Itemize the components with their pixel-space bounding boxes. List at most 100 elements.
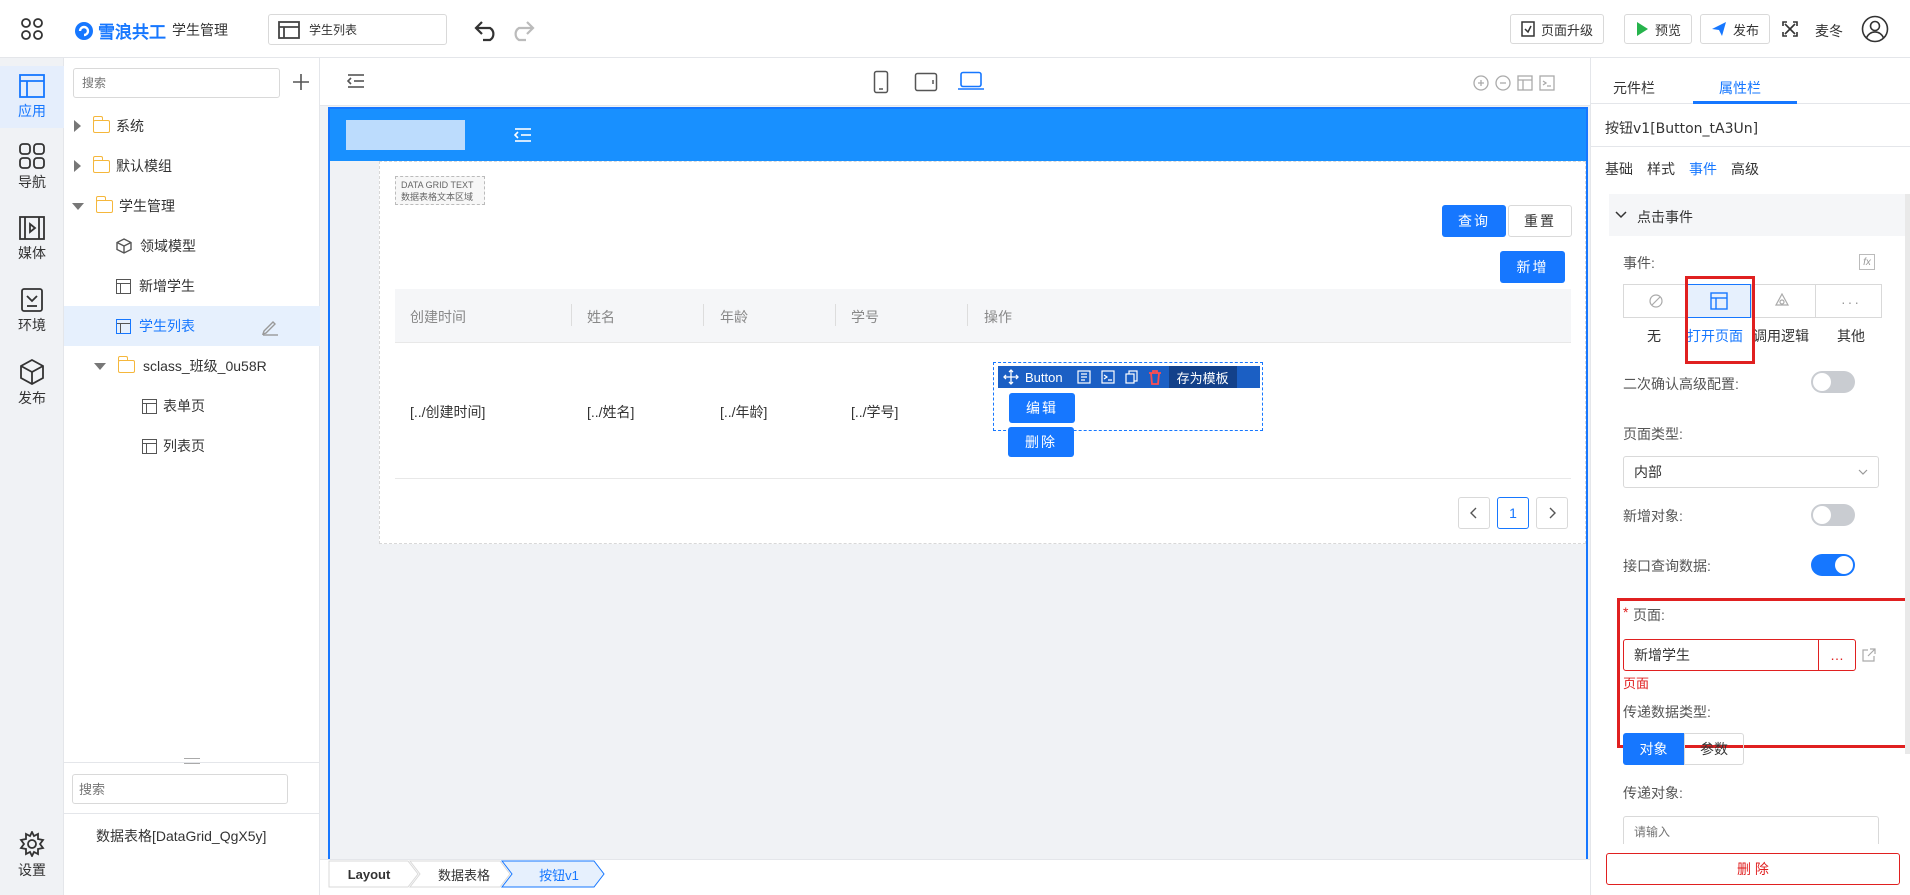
caret-down-icon[interactable] — [72, 202, 84, 210]
upgrade-button[interactable]: 页面升级 — [1510, 14, 1605, 44]
app-menu-icon[interactable] — [20, 17, 44, 41]
preview-button[interactable]: 预览 — [1624, 14, 1693, 44]
move-icon[interactable] — [1003, 369, 1019, 385]
add-icon[interactable] — [292, 73, 310, 91]
add-button[interactable]: 新增 — [1500, 251, 1565, 283]
breadcrumb-item-active[interactable]: 按钮v1 — [512, 860, 606, 888]
page-input[interactable]: 新增学生 — [1623, 639, 1819, 671]
doc-icon[interactable] — [1076, 370, 1091, 384]
tree-item-label: 列表页 — [163, 438, 205, 454]
column-divider — [703, 304, 704, 326]
event-option-label: 其他 — [1837, 328, 1865, 344]
page-selector[interactable]: 学生列表 — [268, 14, 447, 45]
delete-component-button[interactable]: 删 除 — [1606, 853, 1900, 885]
query-button[interactable]: 查询 — [1442, 205, 1506, 237]
logic-icon[interactable] — [1774, 293, 1790, 309]
zoom-out-icon[interactable] — [1495, 75, 1511, 91]
tree-item[interactable]: 系统 — [64, 106, 320, 146]
collapse-menu-icon[interactable] — [347, 73, 365, 89]
tab-properties[interactable]: 属性栏 — [1719, 78, 1761, 98]
grid-text-tag[interactable]: DATA GRID TEXT 数据表格文本区域 — [395, 176, 485, 205]
toolbar-label: Button — [1025, 369, 1063, 385]
pass-type-param[interactable]: 参数 — [1684, 733, 1744, 765]
pass-type-object[interactable]: 对象 — [1623, 733, 1684, 765]
desktop-view-icon[interactable] — [958, 71, 984, 91]
table-row[interactable] — [395, 343, 1571, 479]
tab-components[interactable]: 元件栏 — [1613, 78, 1655, 98]
folder-icon — [92, 155, 110, 173]
column-header: 创建时间 — [410, 309, 466, 325]
caret-down-icon[interactable] — [94, 362, 106, 370]
tree-item[interactable]: 列表页 — [64, 426, 320, 466]
external-link-icon[interactable] — [1861, 647, 1877, 663]
reset-button[interactable]: 重置 — [1508, 205, 1572, 237]
breadcrumb-item[interactable]: 数据表格 — [418, 860, 510, 888]
rail-item-env[interactable]: 环境 — [0, 280, 64, 342]
undo-icon[interactable] — [473, 18, 501, 42]
page-type-select[interactable]: 内部 — [1623, 456, 1879, 488]
confirm-toggle[interactable] — [1811, 371, 1855, 393]
delete-row-button[interactable]: 删除 — [1008, 427, 1074, 457]
rail-item-app[interactable]: 应用 — [0, 66, 64, 128]
fullscreen-icon[interactable] — [1782, 21, 1798, 37]
rail-item-publish[interactable]: 发布 — [0, 352, 64, 414]
scrollbar[interactable] — [1905, 194, 1910, 754]
avatar-icon[interactable] — [1861, 15, 1889, 43]
page-browse-button[interactable]: … — [1818, 639, 1856, 671]
edit-button[interactable]: 编辑 — [1009, 393, 1075, 423]
component-title: 按钮v1[Button_tA3Un] — [1605, 121, 1759, 137]
subtab-advanced[interactable]: 高级 — [1731, 159, 1759, 179]
code-icon[interactable] — [1539, 75, 1555, 91]
terminal-icon[interactable] — [1100, 370, 1115, 384]
page-number[interactable]: 1 — [1497, 497, 1529, 529]
component-tree-item[interactable]: 数据表格[DataGrid_QgX5y] — [96, 826, 266, 846]
menu-fold-icon[interactable] — [514, 128, 532, 142]
copy-icon[interactable] — [1124, 370, 1139, 384]
caret-right-icon[interactable] — [74, 120, 81, 132]
rail-item-settings[interactable]: 设置 — [0, 824, 64, 886]
tree-item[interactable]: sclass_班级_0u58R — [64, 346, 320, 386]
function-icon[interactable]: fx — [1859, 254, 1875, 270]
mobile-view-icon[interactable] — [873, 70, 889, 94]
caret-right-icon[interactable] — [74, 160, 81, 172]
new-object-toggle[interactable] — [1811, 504, 1855, 526]
trash-icon[interactable] — [1147, 369, 1163, 385]
prev-page-button[interactable] — [1458, 497, 1490, 529]
next-page-button[interactable] — [1536, 497, 1568, 529]
tree-item[interactable]: 领域模型 — [64, 226, 320, 266]
publish-button[interactable]: 发布 — [1700, 14, 1771, 44]
tree-item-selected[interactable]: 学生列表 — [64, 306, 320, 346]
subtab-event[interactable]: 事件 — [1689, 159, 1717, 179]
edit-icon[interactable] — [261, 318, 279, 336]
rail-label: 环境 — [18, 316, 46, 333]
tree-item[interactable]: 新增学生 — [64, 266, 320, 306]
env-icon — [21, 287, 43, 312]
canvas-tools — [1473, 75, 1555, 91]
more-icon[interactable]: ··· — [1841, 294, 1861, 310]
subtab-style[interactable]: 样式 — [1647, 159, 1675, 179]
chevron-down-icon[interactable] — [1615, 211, 1627, 219]
rail-item-media[interactable]: 媒体 — [0, 208, 64, 270]
bottom-search-input[interactable] — [72, 774, 288, 804]
breadcrumb-item[interactable]: Layout — [328, 860, 410, 888]
tablet-view-icon[interactable] — [914, 72, 938, 92]
redo-icon[interactable] — [508, 18, 536, 42]
layout-icon[interactable] — [1517, 75, 1533, 91]
none-icon[interactable] — [1649, 294, 1663, 308]
folder-icon — [95, 195, 113, 213]
zoom-in-icon[interactable] — [1473, 75, 1489, 91]
subtab-basic[interactable]: 基础 — [1605, 159, 1633, 179]
save-template-button[interactable]: 存为模板 — [1168, 366, 1237, 388]
tree-item[interactable]: 表单页 — [64, 386, 320, 426]
resize-handle[interactable] — [184, 758, 200, 764]
tree-item-label: 领域模型 — [140, 238, 196, 254]
tree-item[interactable]: 学生管理 — [64, 186, 320, 226]
play-icon — [1637, 22, 1648, 36]
grid-tag-line2: 数据表格文本区域 — [401, 192, 474, 202]
api-query-toggle[interactable] — [1811, 554, 1855, 576]
tree-search-input[interactable] — [73, 68, 280, 98]
canvas-toolbar — [320, 58, 1590, 106]
divider — [1591, 146, 1910, 147]
rail-item-nav[interactable]: 导航 — [0, 136, 64, 198]
tree-item[interactable]: 默认模组 — [64, 146, 320, 186]
